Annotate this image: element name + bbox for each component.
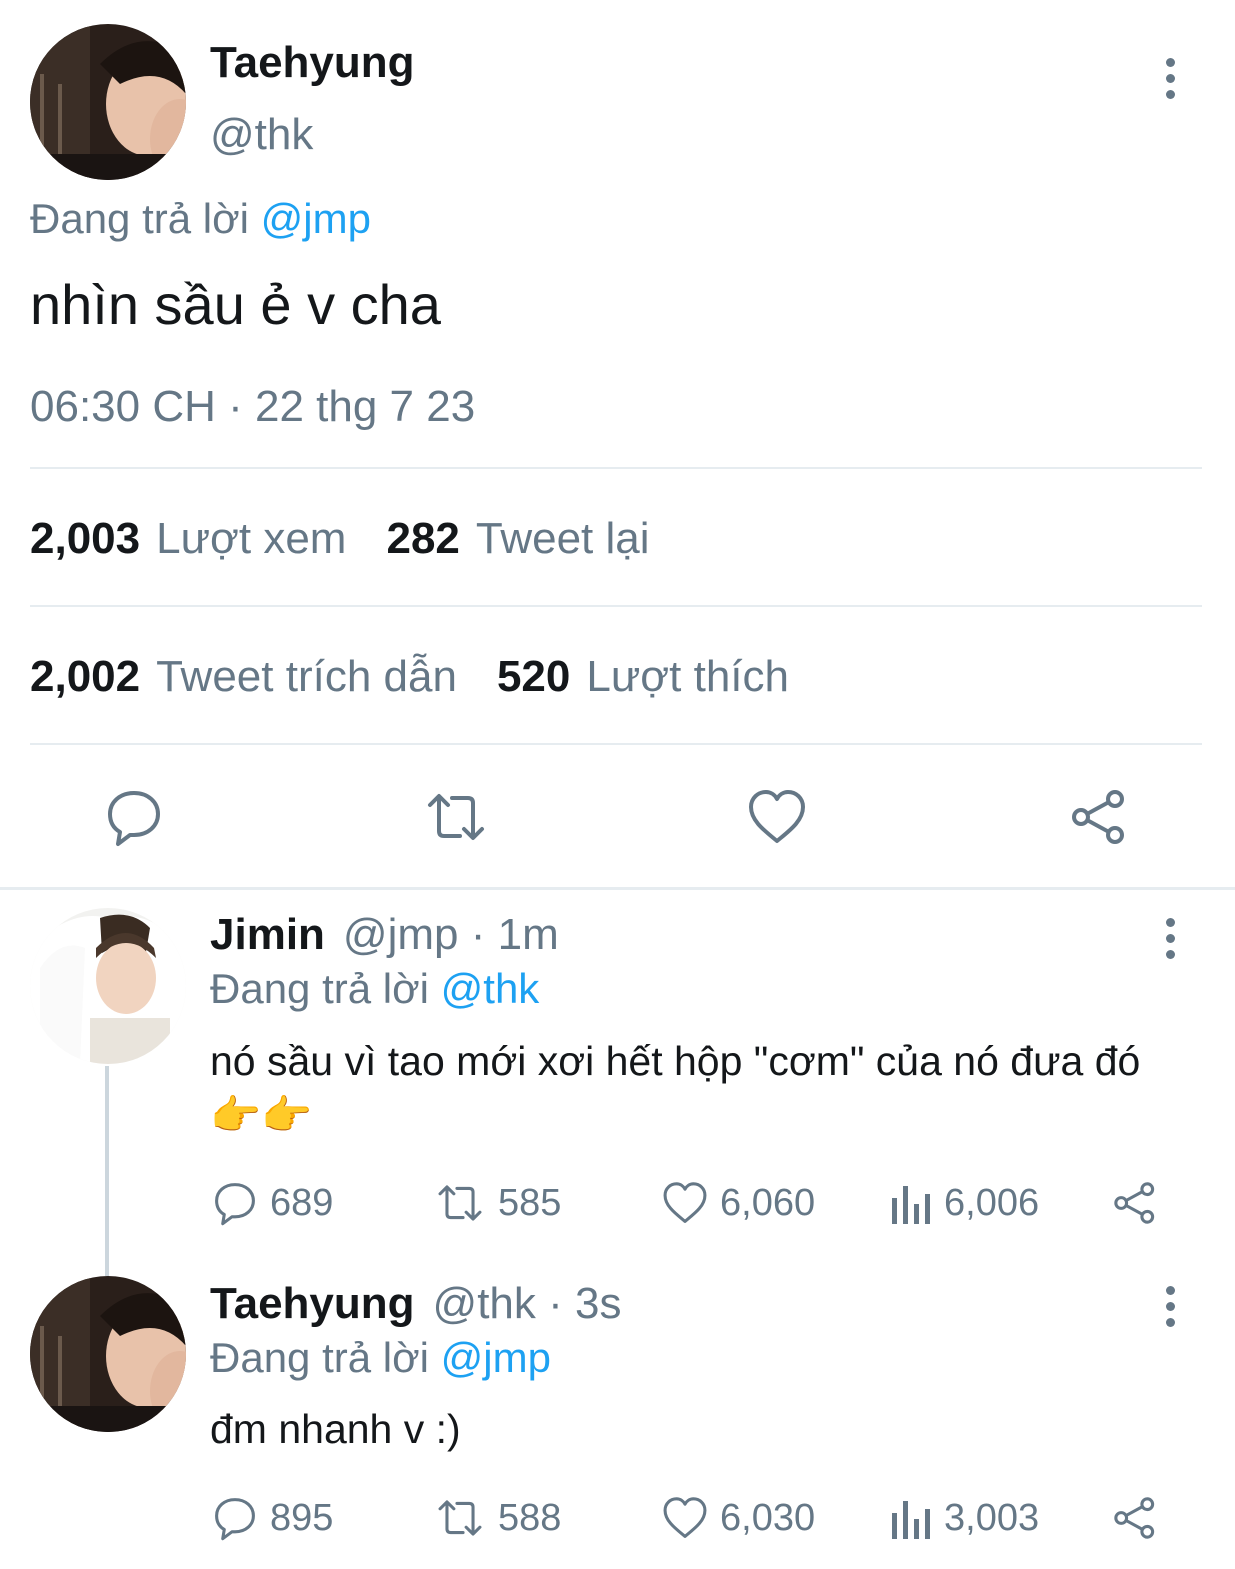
replying-prefix: Đang trả lời	[30, 195, 249, 242]
avatar-taehyung[interactable]	[30, 1276, 186, 1432]
reply-2-retweet-button[interactable]: 588	[434, 1495, 561, 1541]
heart-icon	[663, 1182, 707, 1223]
reply-1-views-button[interactable]: 6,006	[890, 1180, 1039, 1226]
main-tweet-text: nhìn sầu ẻ v cha	[30, 273, 441, 336]
retweets-count[interactable]: 282	[386, 512, 459, 566]
divider	[30, 467, 1202, 469]
like-count: 6,030	[720, 1496, 816, 1539]
main-author-handle[interactable]: @thk	[210, 108, 313, 162]
reply-2-share-button[interactable]	[1112, 1495, 1158, 1541]
avatar-jimin[interactable]	[30, 908, 186, 1064]
reply-count: 689	[270, 1181, 334, 1224]
stats-row-2: 2,002 Tweet trích dẫn 520 Lượt thích	[30, 650, 829, 704]
reply-2-header: Taehyung @thk · 3s	[210, 1277, 622, 1331]
main-author-name[interactable]: Taehyung	[210, 36, 415, 90]
avatar-taehyung[interactable]	[30, 24, 186, 180]
reply-2-author-name[interactable]: Taehyung	[210, 1279, 415, 1328]
reply-1-header: Jimin @jmp · 1m	[210, 908, 559, 962]
reply-2-time[interactable]: · 3s	[548, 1279, 621, 1328]
replying-prefix: Đang trả lời	[210, 1334, 429, 1381]
reply-icon[interactable]	[104, 787, 164, 847]
retweet-count: 585	[498, 1181, 562, 1224]
main-tweet-timestamp[interactable]: 06:30 CH · 22 thg 7 23	[30, 380, 475, 434]
reply-1-author-handle[interactable]: @jmp	[343, 910, 459, 959]
view-count: 3,003	[944, 1496, 1040, 1539]
reply-1-retweet-button[interactable]: 585	[434, 1180, 561, 1226]
reply-1-text: nó sầu vì tao mới xơi hết hộp "cơm" của …	[210, 1038, 1141, 1138]
reply-count: 895	[270, 1496, 334, 1539]
view-count: 6,006	[944, 1181, 1040, 1224]
reply-icon	[215, 1498, 255, 1541]
reply-icon	[215, 1183, 255, 1226]
retweets-label[interactable]: Tweet lại	[476, 512, 650, 566]
views-label[interactable]: Lượt xem	[156, 512, 346, 566]
share-icon[interactable]	[1069, 787, 1129, 847]
views-count[interactable]: 2,003	[30, 512, 140, 566]
replying-to-link[interactable]: @thk	[441, 965, 540, 1012]
share-icon	[1114, 1182, 1155, 1224]
divider	[0, 887, 1235, 890]
likes-label[interactable]: Lượt thích	[586, 650, 789, 704]
reply-1-share-button[interactable]	[1112, 1180, 1158, 1226]
divider	[30, 743, 1202, 745]
replying-prefix: Đang trả lời	[210, 965, 429, 1012]
analytics-icon	[892, 1501, 930, 1539]
reply-1-author-name[interactable]: Jimin	[210, 910, 325, 959]
retweet-count: 588	[498, 1496, 562, 1539]
stats-row-1: 2,003 Lượt xem 282 Tweet lại	[30, 512, 690, 566]
likes-count[interactable]: 520	[497, 650, 570, 704]
thread-connector	[105, 1066, 109, 1276]
retweet-icon	[438, 1185, 482, 1221]
reply-1-time[interactable]: · 1m	[471, 910, 559, 959]
reply-2-reply-button[interactable]: 895	[212, 1495, 333, 1541]
reply-2-views-button[interactable]: 3,003	[890, 1495, 1039, 1541]
replying-to-link[interactable]: @jmp	[441, 1334, 551, 1381]
reply-1-replying-line: Đang trả lời @thk	[210, 962, 539, 1016]
reply-2-like-button[interactable]: 6,030	[662, 1495, 815, 1541]
replying-to-line: Đang trả lời @jmp	[30, 192, 371, 246]
more-options-icon[interactable]	[1163, 918, 1177, 959]
divider	[30, 605, 1202, 607]
quotes-label[interactable]: Tweet trích dẫn	[156, 650, 457, 704]
heart-icon[interactable]	[747, 787, 807, 847]
share-icon	[1114, 1497, 1155, 1539]
reply-1-reply-button[interactable]: 689	[212, 1180, 333, 1226]
retweet-icon	[438, 1500, 482, 1536]
analytics-icon	[892, 1186, 930, 1224]
reply-2-text: đm nhanh v :)	[210, 1406, 461, 1452]
reply-1-like-button[interactable]: 6,060	[662, 1180, 815, 1226]
reply-2-author-handle[interactable]: @thk	[433, 1279, 536, 1328]
like-count: 6,060	[720, 1181, 816, 1224]
more-options-icon[interactable]	[1163, 58, 1177, 99]
replying-to-link[interactable]: @jmp	[261, 195, 371, 242]
heart-icon	[663, 1497, 707, 1538]
quotes-count[interactable]: 2,002	[30, 650, 140, 704]
reply-2-replying-line: Đang trả lời @jmp	[210, 1331, 551, 1385]
more-options-icon[interactable]	[1163, 1286, 1177, 1327]
retweet-icon[interactable]	[426, 787, 486, 847]
